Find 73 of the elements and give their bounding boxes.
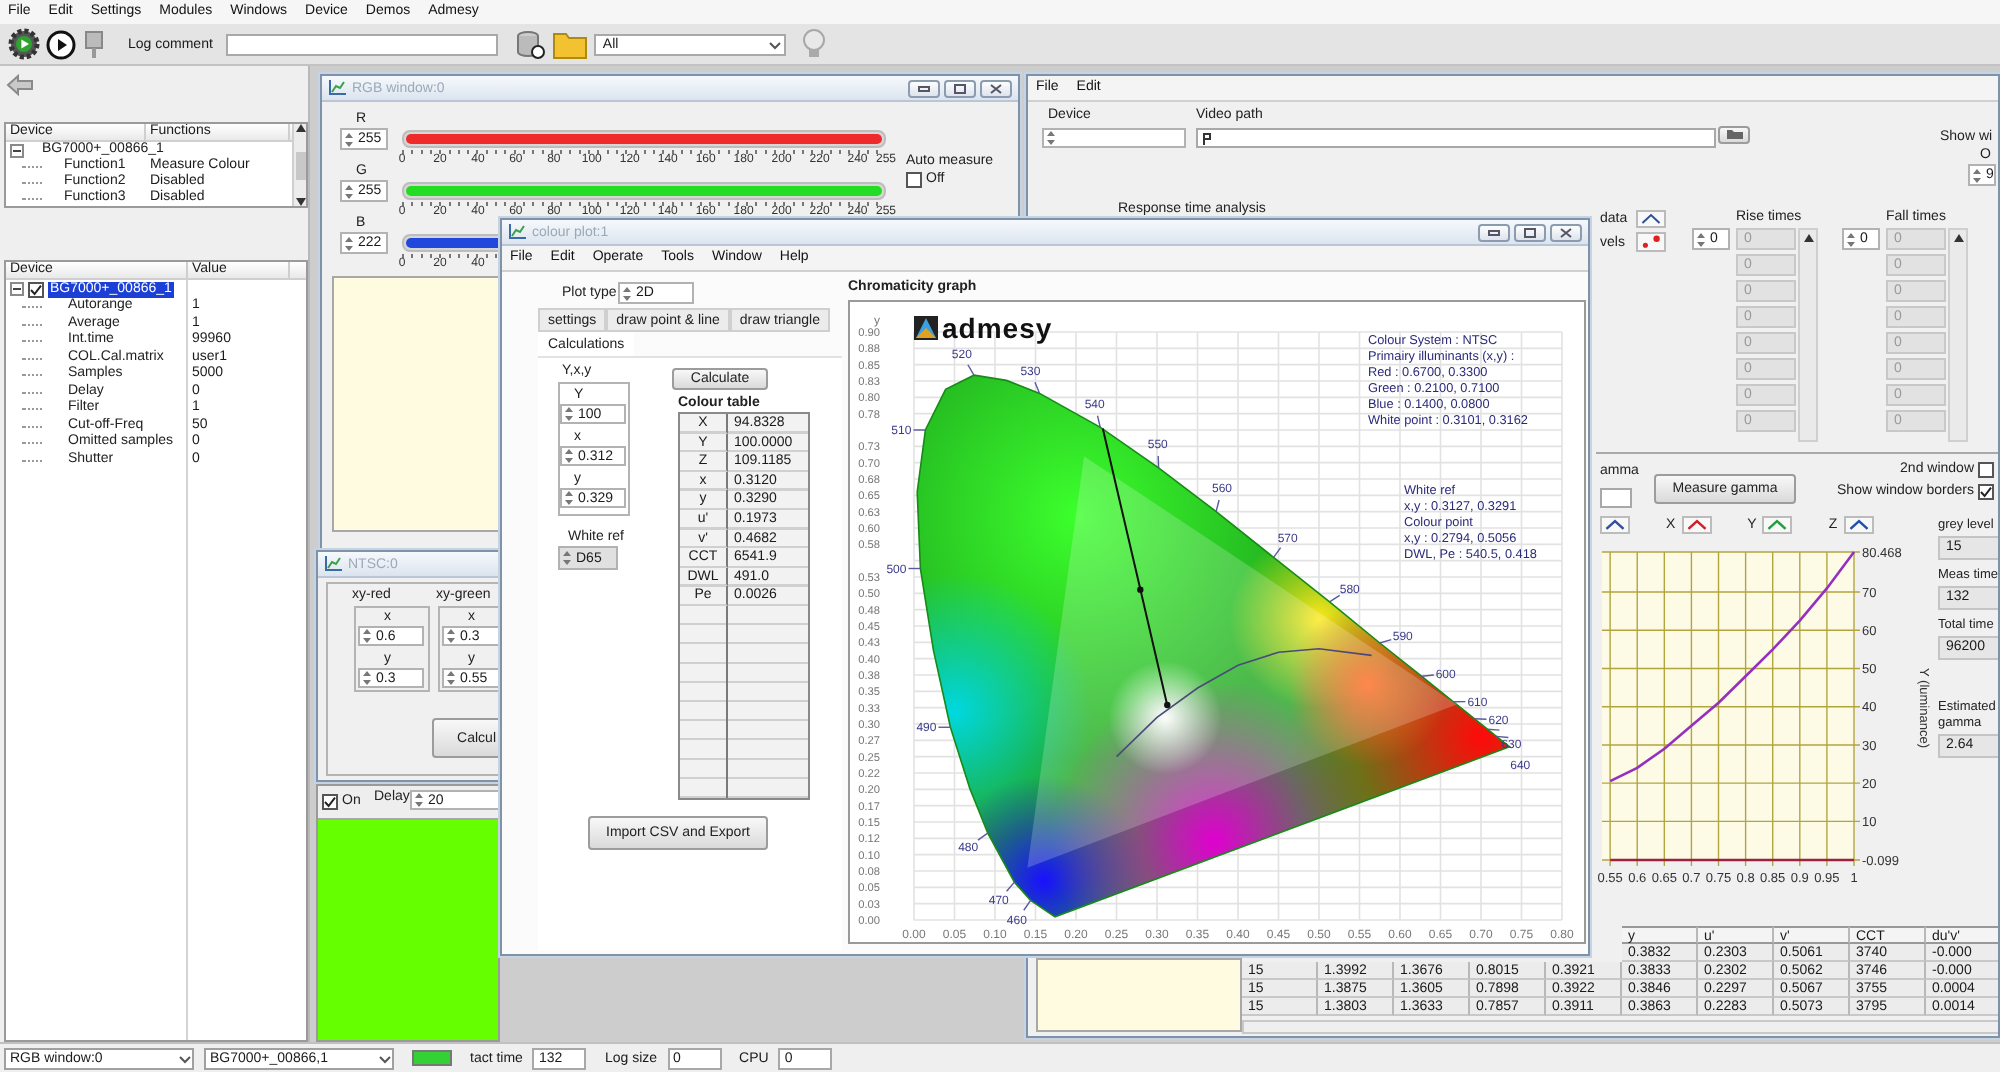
- spinner-icon: [564, 406, 574, 422]
- gear-icon[interactable]: [8, 28, 40, 60]
- folder-icon: [1725, 128, 1743, 140]
- maximize-icon: [954, 83, 966, 93]
- spinner-icon: [564, 448, 574, 464]
- spinner-icon: [362, 628, 372, 644]
- scrollbar[interactable]: [1242, 1020, 1998, 1034]
- minimize-icon: [918, 84, 930, 92]
- spinner-icon: [344, 183, 354, 199]
- spinner-icon: [446, 670, 456, 686]
- checkbox[interactable]: [1978, 462, 1994, 478]
- spinner-icon: [344, 235, 354, 251]
- log-comment-field[interactable]: [226, 33, 499, 55]
- checkbox[interactable]: [322, 794, 338, 810]
- scrollbar[interactable]: [292, 124, 306, 206]
- legend-icon: [1843, 516, 1874, 534]
- minimize-button[interactable]: [1478, 223, 1510, 241]
- spinner-icon: [1046, 130, 1056, 146]
- logo-text: admesy: [942, 312, 1053, 344]
- caret-icon: [178, 1051, 192, 1065]
- spinner-icon: [564, 490, 574, 506]
- close-icon: [1560, 227, 1572, 237]
- spinner-icon: [622, 285, 632, 301]
- scrollbar[interactable]: [1948, 228, 1968, 442]
- spinner-icon: [562, 550, 572, 566]
- back-arrow-icon[interactable]: [6, 74, 34, 96]
- spinner-icon: [362, 670, 372, 686]
- app-icon: [324, 556, 342, 572]
- scrollbar[interactable]: [1798, 228, 1818, 442]
- logo-icon: [914, 316, 938, 340]
- browse-button[interactable]: [1718, 126, 1750, 144]
- maximize-button[interactable]: [944, 79, 976, 97]
- close-button[interactable]: [1550, 223, 1582, 241]
- slider-track[interactable]: [402, 130, 886, 148]
- spinner-icon: [1696, 231, 1706, 247]
- check-mark-icon: [1980, 486, 1992, 498]
- slider-track[interactable]: [402, 182, 886, 200]
- checkbox[interactable]: [906, 172, 922, 188]
- scroll-up-icon[interactable]: [295, 124, 305, 132]
- close-button[interactable]: [980, 79, 1012, 97]
- minimize-button[interactable]: [908, 79, 940, 97]
- spinner-icon: [446, 628, 456, 644]
- legend-icon: [1762, 516, 1793, 534]
- dot-plot-icon[interactable]: [1636, 232, 1666, 252]
- minimize-icon: [1488, 228, 1500, 236]
- maximize-button[interactable]: [1514, 223, 1546, 241]
- spinner-icon: [344, 131, 354, 147]
- checkbox[interactable]: [28, 281, 44, 297]
- scroll-up-icon[interactable]: [1803, 234, 1813, 242]
- legend-icon: [1600, 516, 1630, 534]
- app-icon: [508, 224, 526, 240]
- caret-icon: [378, 1051, 392, 1065]
- gamma-field[interactable]: [1600, 488, 1632, 508]
- device-field[interactable]: [1042, 128, 1186, 148]
- checkbox[interactable]: [1978, 484, 1994, 500]
- app-icon: [328, 80, 346, 96]
- scroll-down-icon[interactable]: [295, 198, 305, 206]
- spinner-icon: [414, 792, 424, 808]
- database-icon[interactable]: [516, 29, 547, 59]
- line-plot-icon[interactable]: [1636, 210, 1666, 228]
- collapse-toggle[interactable]: [10, 143, 24, 157]
- collapse-toggle[interactable]: [10, 282, 24, 296]
- spinner-icon: [1972, 167, 1982, 183]
- play-icon[interactable]: [46, 29, 76, 59]
- maximize-icon: [1524, 227, 1536, 237]
- check-mark-icon: [324, 796, 336, 808]
- spinner-icon: [1846, 231, 1856, 247]
- video-path-field[interactable]: [1196, 128, 1716, 148]
- caret-icon: [768, 37, 783, 51]
- scroll-up-icon[interactable]: [1953, 234, 1963, 242]
- close-icon: [990, 83, 1002, 93]
- check-mark-icon: [30, 283, 42, 295]
- legend-icon: [1681, 516, 1712, 534]
